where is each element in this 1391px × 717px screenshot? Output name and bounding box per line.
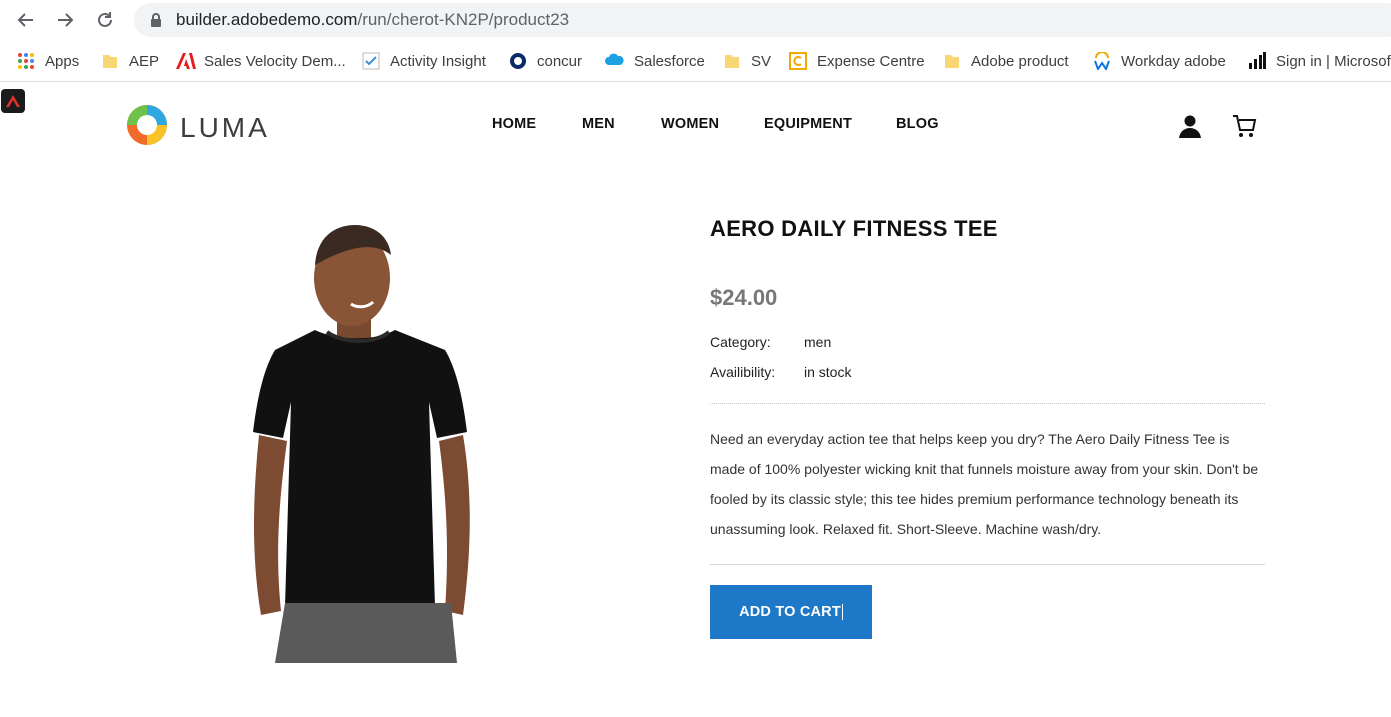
bookmark-aep[interactable]: AEP [101, 50, 159, 72]
account-icon[interactable] [1177, 113, 1203, 139]
folder-icon [723, 52, 741, 70]
nav-equipment[interactable]: EQUIPMENT [764, 116, 852, 132]
text-cursor [841, 604, 843, 620]
availability-value: in stock [804, 364, 852, 380]
folder-icon [101, 52, 119, 70]
concur-icon [509, 52, 527, 70]
bar-chart-icon [1248, 52, 1266, 70]
folder-icon [943, 52, 961, 70]
workday-icon [1093, 51, 1111, 72]
back-icon[interactable] [14, 8, 38, 32]
product-description: Need an everyday action tee that helps k… [710, 431, 1259, 537]
bookmark-sv[interactable]: SV [723, 50, 771, 72]
product-title: AERO DAILY FITNESS TEE [710, 216, 998, 241]
nav-home[interactable]: HOME [492, 116, 536, 132]
apps-grid-icon [17, 52, 35, 70]
product-price: $24.00 [710, 285, 778, 310]
bookmark-label: Sales Velocity Dem... [204, 52, 346, 70]
nav-blog[interactable]: BLOG [896, 116, 939, 132]
nav-men[interactable]: MEN [582, 116, 615, 132]
address-bar[interactable]: builder.adobedemo.com/run/cherot-KN2P/pr… [134, 3, 1391, 37]
checkbox-icon [362, 52, 380, 70]
divider [710, 564, 1265, 565]
product-image [245, 220, 485, 663]
bookmark-microsoft[interactable]: Sign in | Microsoft [1248, 50, 1391, 72]
lock-icon [150, 13, 162, 32]
add-to-cart-button[interactable]: ADD TO CART [710, 585, 872, 639]
add-to-cart-label: ADD TO CART [739, 604, 841, 620]
bookmark-activity-insight[interactable]: Activity Insight [362, 50, 486, 72]
adobe-icon [176, 52, 196, 70]
adobe-extension-icon[interactable] [1, 89, 25, 113]
bookmark-apps[interactable]: Apps [17, 50, 79, 72]
bookmark-label: concur [537, 52, 583, 70]
reload-icon[interactable] [93, 8, 117, 32]
expense-icon [789, 52, 807, 70]
nav-women[interactable]: WOMEN [661, 116, 719, 132]
bookmark-salesforce[interactable]: Salesforce [604, 50, 705, 72]
category-value: men [804, 334, 832, 350]
bookmark-label: Adobe product [971, 52, 1069, 70]
bookmarks-bar: Apps AEP Sales Velocity Dem... Activity … [0, 40, 1391, 82]
salesforce-cloud-icon [604, 52, 624, 70]
cart-icon[interactable] [1231, 113, 1257, 139]
browser-toolbar: builder.adobedemo.com/run/cherot-KN2P/pr… [0, 0, 1391, 40]
availability-label: Availibility: [710, 364, 776, 380]
divider [710, 403, 1265, 404]
bookmark-label: SV [751, 52, 772, 70]
bookmark-label: Apps [45, 52, 80, 70]
bookmark-adobe-product[interactable]: Adobe product [943, 50, 1069, 72]
bookmark-label: Sign in | Microsoft [1276, 52, 1391, 70]
bookmark-label: Expense Centre [817, 52, 925, 70]
bookmark-workday[interactable]: Workday adobe [1093, 50, 1226, 72]
bookmark-expense-centre[interactable]: Expense Centre [789, 50, 925, 72]
bookmark-label: Workday adobe [1121, 52, 1226, 70]
bookmark-label: AEP [129, 52, 160, 70]
bookmark-sales-velocity[interactable]: Sales Velocity Dem... [176, 50, 346, 72]
bookmark-concur[interactable]: concur [509, 50, 582, 72]
category-label: Category: [710, 334, 771, 350]
bookmark-label: Activity Insight [390, 52, 486, 70]
forward-icon[interactable] [53, 8, 77, 32]
url-text: builder.adobedemo.com/run/cherot-KN2P/pr… [176, 10, 570, 29]
bookmark-label: Salesforce [634, 52, 705, 70]
